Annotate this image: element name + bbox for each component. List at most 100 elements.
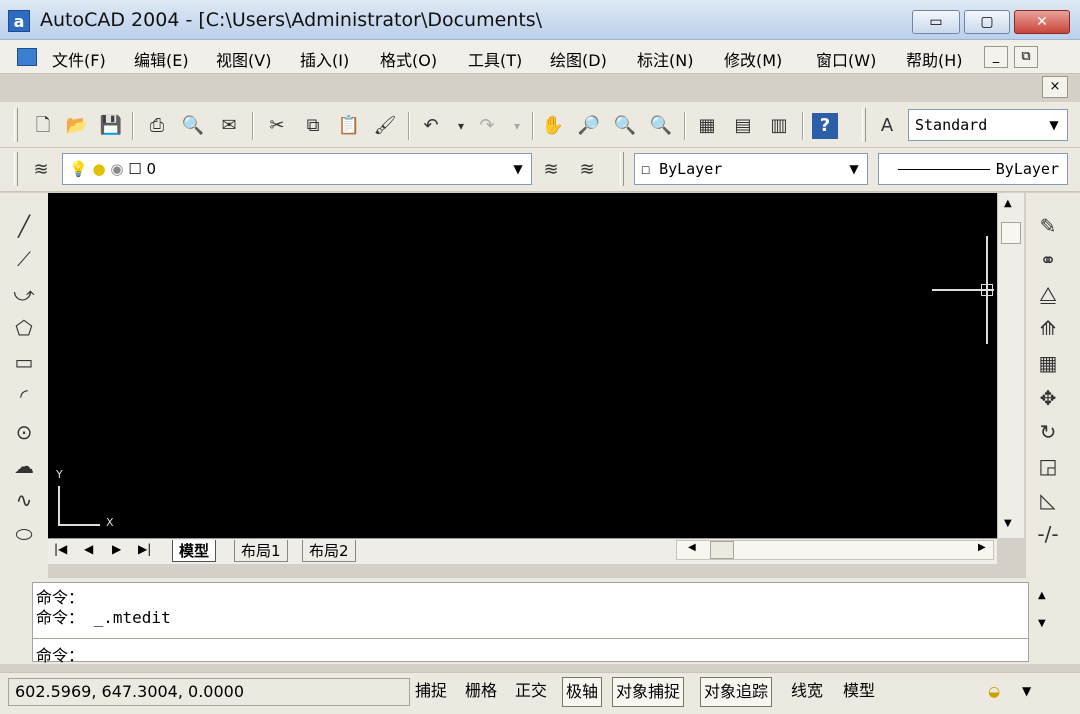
menu-modify[interactable]: 修改(M) <box>724 47 782 71</box>
move-icon[interactable]: ✥ <box>1034 384 1062 412</box>
menu-edit[interactable]: 编辑(E) <box>134 47 189 71</box>
toolbar-grip[interactable] <box>862 108 866 142</box>
print-icon[interactable]: ⎙ <box>144 113 170 139</box>
vertical-scrollbar[interactable] <box>997 193 1024 538</box>
doc-close-button[interactable]: × <box>1042 76 1068 98</box>
tab-next-icon[interactable]: ▶ <box>112 542 121 556</box>
arc-icon[interactable]: ◜ <box>10 382 38 410</box>
osnap-toggle[interactable]: 对象捕捉 <box>612 677 685 707</box>
open-file-icon[interactable]: 📂 <box>64 113 90 139</box>
tool-palettes-icon[interactable]: ▥ <box>766 113 792 139</box>
erase-icon[interactable]: ✎ <box>1034 212 1062 240</box>
print-preview-icon[interactable]: 🔍 <box>180 113 206 139</box>
array-icon[interactable]: ▦ <box>1034 349 1062 377</box>
command-prompt-input[interactable]: 命令： <box>36 642 84 666</box>
menu-tools[interactable]: 工具(T) <box>468 47 522 71</box>
save-icon[interactable]: 💾 <box>98 113 124 139</box>
scale-icon[interactable]: ◲ <box>1034 452 1062 480</box>
menu-help[interactable]: 帮助(H) <box>906 47 963 71</box>
menu-insert[interactable]: 插入(I) <box>300 47 349 71</box>
toolbar-grip[interactable] <box>14 152 18 186</box>
redo-dropdown-icon[interactable]: ▾ <box>504 113 530 139</box>
tab-model[interactable]: 模型 <box>172 540 217 562</box>
menu-format[interactable]: 格式(O) <box>380 47 437 71</box>
undo-dropdown-icon[interactable]: ▾ <box>448 113 474 139</box>
command-history[interactable] <box>32 582 1029 662</box>
chevron-down-icon[interactable]: ▼ <box>1044 110 1064 140</box>
copy-object-icon[interactable]: ⚭ <box>1034 246 1062 274</box>
scroll-right-icon[interactable]: ▶ <box>978 542 986 553</box>
scroll-left-icon[interactable]: ◀ <box>688 542 696 553</box>
maximize-button[interactable]: ▢ <box>964 10 1010 34</box>
mirror-icon[interactable]: ⧋ <box>1034 280 1062 308</box>
chevron-down-icon[interactable]: ▼ <box>508 154 528 184</box>
snap-toggle[interactable]: 捕捉 <box>412 677 450 707</box>
publish-icon[interactable]: ✉ <box>216 113 242 139</box>
tab-layout2[interactable]: 布局2 <box>302 540 356 562</box>
match-properties-icon[interactable]: 🖌 <box>372 113 398 139</box>
new-file-icon[interactable]: 🗋 <box>30 113 56 139</box>
menu-view[interactable]: 视图(V) <box>216 47 271 71</box>
scroll-up-icon[interactable]: ▲ <box>1004 198 1012 209</box>
chevron-down-icon[interactable]: ▼ <box>844 154 864 184</box>
toolbar-grip[interactable] <box>620 152 624 186</box>
redo-icon[interactable]: ↷ <box>474 113 500 139</box>
menu-draw[interactable]: 绘图(D) <box>550 47 607 71</box>
menu-file[interactable]: 文件(F) <box>52 47 106 71</box>
undo-icon[interactable]: ↶ <box>418 113 444 139</box>
help-icon[interactable]: ? <box>812 113 838 139</box>
minimize-button[interactable]: ▭ <box>912 10 960 34</box>
scroll-down-icon[interactable]: ▼ <box>1038 618 1046 629</box>
construction-line-icon[interactable]: ⟋ <box>10 245 38 273</box>
text-style-icon[interactable]: A <box>874 113 900 139</box>
tab-previous-icon[interactable]: ◀ <box>84 542 93 556</box>
offset-icon[interactable]: ⟰ <box>1034 314 1062 342</box>
vertical-scroll-thumb[interactable] <box>1001 222 1021 244</box>
layer-manager-icon[interactable]: ≋ <box>28 157 54 183</box>
linetype-select[interactable]: ByLayer <box>878 153 1068 185</box>
drawing-canvas[interactable] <box>48 193 997 538</box>
stretch-icon[interactable]: ◺ <box>1034 486 1062 514</box>
polar-toggle[interactable]: 极轴 <box>562 677 603 707</box>
pan-realtime-icon[interactable]: ✋ <box>540 113 566 139</box>
tab-layout1[interactable]: 布局1 <box>234 540 288 562</box>
ortho-toggle[interactable]: 正交 <box>512 677 550 707</box>
paste-icon[interactable]: 📋 <box>336 113 362 139</box>
doc-restore-button[interactable]: ⧉ <box>1014 46 1038 68</box>
chevron-down-icon[interactable]: ▼ <box>1022 684 1031 698</box>
autocad-app-icon[interactable]: a <box>8 10 30 32</box>
color-select[interactable]: ☐ ByLayer <box>634 153 868 185</box>
design-center-icon[interactable]: ▤ <box>730 113 756 139</box>
revision-cloud-icon[interactable]: ☁ <box>10 452 38 480</box>
zoom-window-icon[interactable]: 🔍 <box>612 113 638 139</box>
copy-icon[interactable]: ⧉ <box>300 113 326 139</box>
spline-icon[interactable]: ∿ <box>10 486 38 514</box>
trim-icon[interactable]: -/- <box>1034 520 1062 548</box>
model-space-toggle[interactable]: 模型 <box>840 677 878 707</box>
polygon-icon[interactable]: ⬠ <box>10 314 38 342</box>
properties-icon[interactable]: ▦ <box>694 113 720 139</box>
cut-icon[interactable]: ✂ <box>264 113 290 139</box>
rectangle-icon[interactable]: ▭ <box>10 348 38 376</box>
doc-minimize-button[interactable]: _ <box>984 46 1008 68</box>
tab-first-icon[interactable]: |◀ <box>54 542 67 556</box>
polyline-icon[interactable]: ⤻ <box>10 280 38 308</box>
scroll-up-icon[interactable]: ▲ <box>1038 590 1046 601</box>
grid-toggle[interactable]: 栅格 <box>462 677 500 707</box>
circle-icon[interactable]: ⊙ <box>10 418 38 446</box>
toolbar-grip[interactable] <box>14 108 18 142</box>
horizontal-scroll-thumb[interactable] <box>710 541 734 559</box>
make-object-layer-current-icon[interactable]: ≋ <box>538 157 564 183</box>
document-menu-icon[interactable] <box>17 48 37 66</box>
otrack-toggle[interactable]: 对象追踪 <box>700 677 773 707</box>
ellipse-icon[interactable]: ⬭ <box>10 520 38 548</box>
coordinate-display[interactable]: 602.5969, 647.3004, 0.0000 <box>8 678 410 706</box>
menu-dimension[interactable]: 标注(N) <box>637 47 693 71</box>
close-button[interactable]: ✕ <box>1014 10 1070 34</box>
menu-window[interactable]: 窗口(W) <box>816 47 876 71</box>
tab-last-icon[interactable]: ▶| <box>138 542 151 556</box>
layer-previous-icon[interactable]: ≋ <box>574 157 600 183</box>
zoom-realtime-icon[interactable]: 🔎 <box>576 113 602 139</box>
rotate-icon[interactable]: ↻ <box>1034 418 1062 446</box>
lineweight-toggle[interactable]: 线宽 <box>788 677 826 707</box>
